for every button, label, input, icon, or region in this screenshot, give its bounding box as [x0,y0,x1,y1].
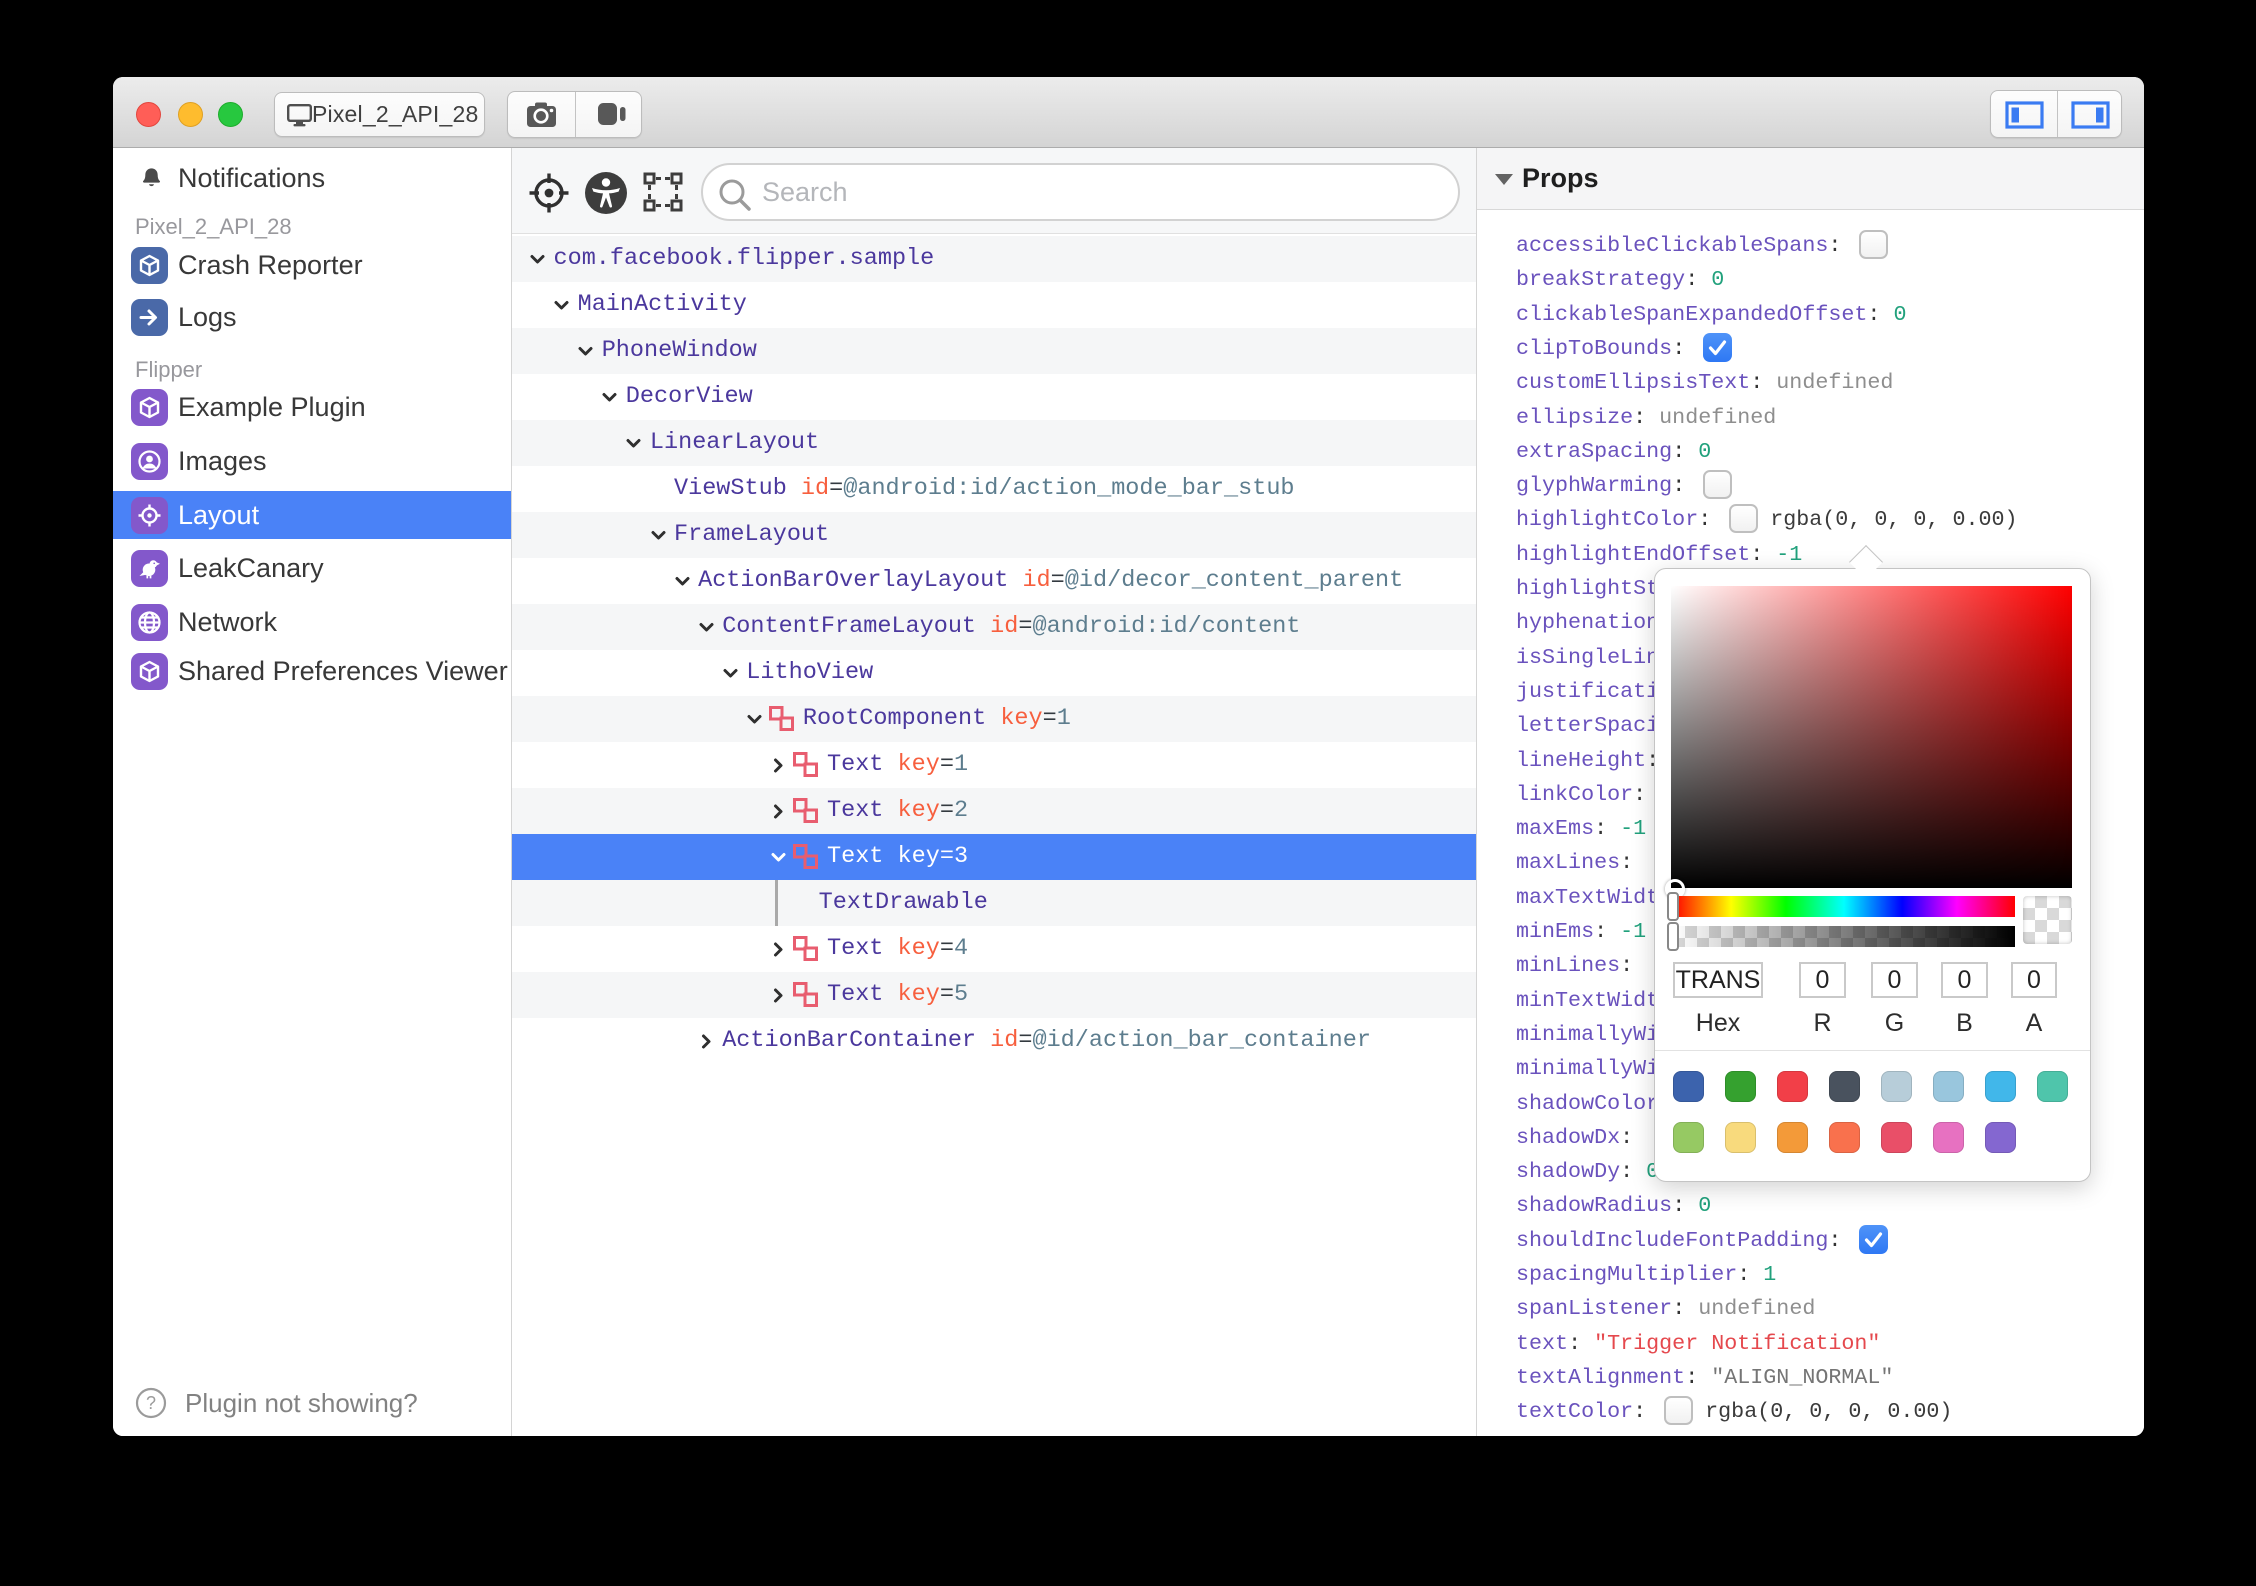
svg-text:?: ? [146,1393,156,1413]
